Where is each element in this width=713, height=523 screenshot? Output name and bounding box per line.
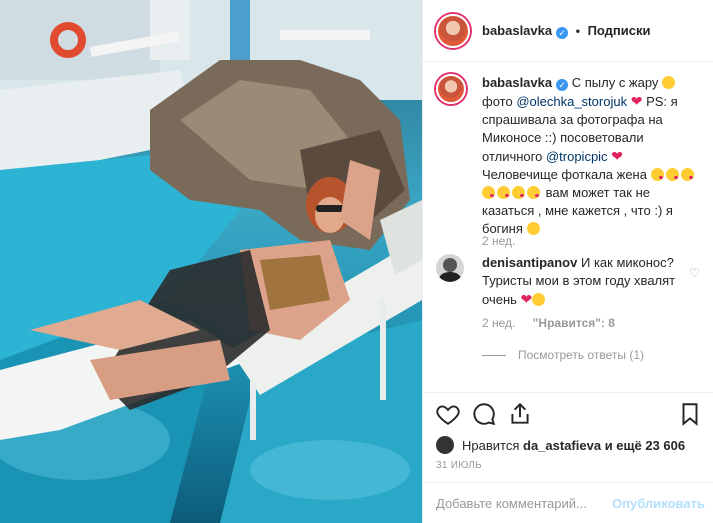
mention-link[interactable]: @olechka_storojuk: [516, 94, 627, 109]
kiss-emoji-icon: [650, 168, 664, 181]
caption-text: babaslavka ✓ С пылу с жару фото @olechka_…: [482, 74, 702, 238]
kiss-emoji-icon: [512, 186, 525, 199]
like-heart-icon[interactable]: [435, 401, 461, 427]
kiss-emoji-icon: [680, 168, 694, 181]
kiss-emoji-icon: [527, 186, 540, 199]
kiss-emoji-icon: [497, 186, 510, 199]
caption-avatar[interactable]: [436, 74, 466, 104]
kiss-emoji-icon: [482, 186, 495, 199]
post-caption: babaslavka ✓ С пылу с жару фото @olechka_…: [436, 74, 706, 238]
author-avatar[interactable]: [436, 13, 470, 48]
heart-emoji-icon: ❤: [520, 291, 533, 307]
hot-face-emoji-icon: [662, 76, 676, 89]
commenter-username[interactable]: denisantipanov: [482, 255, 577, 270]
post-date[interactable]: 31 ИЮЛЬ: [436, 460, 482, 471]
verified-badge-icon: ✓: [556, 26, 569, 39]
comment-bubble-icon[interactable]: [471, 401, 497, 427]
caption-part4: Человечище фоткала жена: [482, 167, 647, 182]
comment-text: denisantipanov И как миконос? Туристы мо…: [482, 254, 682, 309]
comment-likes-count[interactable]: "Нравится": 8: [533, 316, 615, 330]
comment-meta: 2 нед. "Нравится": 8: [482, 316, 615, 330]
kiss-emoji-icon: [665, 168, 679, 181]
heart-eyes-emoji-icon: [532, 293, 546, 306]
mention-link[interactable]: @tropicpic: [546, 149, 608, 164]
post-header: babaslavka ✓ • Подписки: [423, 0, 713, 62]
comment-like-heart-icon[interactable]: ♡: [689, 266, 700, 280]
commenter-avatar[interactable]: [436, 254, 464, 282]
post-photo[interactable]: [0, 0, 422, 523]
caption-username[interactable]: babaslavka: [482, 75, 552, 90]
comment-timestamp[interactable]: 2 нед.: [482, 316, 515, 330]
comment-item: denisantipanov И как миконос? Туристы мо…: [436, 254, 706, 309]
liker-username[interactable]: da_astafieva: [523, 438, 601, 453]
view-replies[interactable]: Посмотреть ответы (1): [482, 348, 644, 362]
caption-part2: фото: [482, 94, 513, 109]
post-side-panel: babaslavka ✓ • Подписки babaslavka ✓ С пыл…: [422, 0, 713, 523]
save-bookmark-icon[interactable]: [677, 401, 703, 427]
likes-summary: Нравится da_astafieva и ещё 23 606: [436, 436, 685, 454]
caption-part1: С пылу с жару: [571, 75, 659, 90]
publish-button[interactable]: Опубликовать: [612, 496, 705, 511]
liker-avatar[interactable]: [436, 436, 454, 454]
share-upload-icon[interactable]: [507, 401, 533, 427]
heart-emoji-icon: ❤: [611, 148, 623, 164]
comments-section: babaslavka ✓ С пылу с жару фото @olechka_…: [423, 62, 713, 392]
following-button[interactable]: Подписки: [588, 23, 651, 38]
heart-emoji-icon: ❤: [630, 93, 643, 109]
separator-dot: •: [575, 23, 580, 38]
caption-part5: вам может так не казаться , мне кажется …: [482, 185, 673, 236]
post-actions-bar: [423, 392, 713, 436]
author-username[interactable]: babaslavka: [482, 23, 552, 38]
replies-divider: [482, 354, 506, 356]
add-comment-bar: Опубликовать: [423, 482, 713, 523]
caption-timestamp[interactable]: 2 нед.: [482, 234, 515, 248]
instagram-post: babaslavka ✓ • Подписки babaslavka ✓ С пыл…: [0, 0, 713, 523]
view-replies-label[interactable]: Посмотреть ответы (1): [518, 348, 644, 362]
comment-input[interactable]: [436, 495, 612, 511]
photo-illustration: [0, 0, 422, 523]
hot-face-emoji-icon: [526, 222, 540, 235]
likes-prefix: Нравится: [462, 437, 520, 453]
likes-count[interactable]: и ещё 23 606: [605, 438, 685, 453]
verified-badge-icon: ✓: [556, 79, 569, 91]
